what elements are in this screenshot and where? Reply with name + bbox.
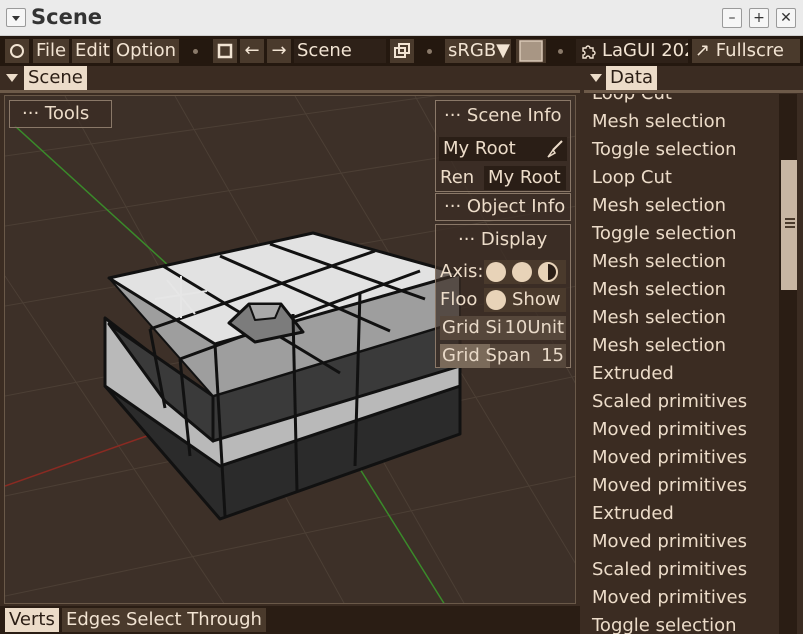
display-panel: ··· Display Axis: Floo Show Grid Si 10Un… [435, 224, 571, 368]
root-value: My Root [443, 138, 516, 159]
history-item[interactable]: Moved primitives [592, 472, 747, 500]
edit-menu[interactable]: Edit [72, 39, 110, 63]
object-info-label: ··· Object Info [444, 196, 566, 217]
y-axis-line-front [354, 460, 445, 603]
axis-label: Axis: [440, 261, 484, 282]
title-bar: Scene – + ✕ [0, 0, 803, 36]
scene-info-panel: ··· Scene Info My Root Ren My Root [435, 100, 571, 192]
scene-panel-header[interactable]: Scene [0, 66, 584, 90]
axis-y-toggle[interactable] [512, 262, 532, 282]
grid-span-slider[interactable]: Grid Span 15 [440, 344, 566, 368]
scroll-grip-line [785, 218, 795, 220]
history-item[interactable]: Extruded [592, 360, 674, 388]
stop-button[interactable] [213, 39, 237, 63]
history-item[interactable]: Toggle selection [592, 612, 737, 634]
history-item[interactable]: Mesh selection [592, 108, 726, 136]
history-scrollbar[interactable] [779, 94, 797, 634]
view-name-field[interactable]: Scene [294, 39, 386, 63]
new-window-button[interactable] [390, 39, 414, 63]
duplicate-window-icon [394, 43, 410, 58]
floor-label: Floo [440, 289, 478, 310]
floor-toggle-dot [486, 290, 506, 310]
y-axis-line [14, 125, 181, 277]
viewport-3d[interactable]: ··· Tools ··· Scene Info My Root Ren My … [4, 95, 576, 604]
grid-span-label: Grid Span [442, 345, 531, 366]
display-toggle[interactable]: ··· Display [458, 228, 547, 252]
scroll-grip-line [785, 226, 795, 228]
history-scroll-thumb[interactable] [781, 160, 797, 290]
axis-x-toggle[interactable] [486, 262, 506, 282]
scroll-grip-line [785, 222, 795, 224]
grid-size-label: Grid Si [442, 317, 502, 338]
square-icon [217, 43, 233, 59]
window-menu-button[interactable] [6, 8, 26, 27]
collapse-triangle-icon[interactable] [6, 74, 18, 82]
history-item[interactable]: Toggle selection [592, 220, 737, 248]
close-button[interactable]: ✕ [776, 8, 796, 28]
history-list[interactable]: Loop CutMesh selectionToggle selectionLo… [584, 94, 778, 634]
selection-mode-bar: Verts Edges Select Through [0, 606, 580, 634]
forward-button[interactable]: → [267, 39, 291, 63]
history-item[interactable]: Moved primitives [592, 416, 747, 444]
restore-button[interactable]: + [749, 8, 769, 28]
data-panel-header[interactable]: Data [584, 66, 803, 90]
scene-header-underline [0, 90, 580, 93]
main-menu-icon[interactable] [5, 39, 29, 63]
brush-icon[interactable] [544, 139, 564, 159]
collapse-triangle-icon[interactable] [590, 74, 602, 82]
ren-root-field[interactable]: My Root [484, 166, 566, 190]
axis-z-half-icon[interactable] [538, 262, 558, 282]
history-item[interactable]: Scaled primitives [592, 388, 747, 416]
data-header-underline [584, 90, 803, 93]
history-item[interactable]: Loop Cut [592, 94, 672, 108]
history-item[interactable]: Mesh selection [592, 276, 726, 304]
back-button[interactable]: ← [240, 39, 264, 63]
grid-size-slider[interactable]: Grid Si 10Unit [440, 316, 566, 340]
scene-info-toggle[interactable]: ··· Scene Info [444, 104, 562, 128]
scene-panel-tab[interactable]: Scene [24, 66, 87, 90]
history-item[interactable]: Loop Cut [592, 164, 672, 192]
history-item[interactable]: Toggle selection [592, 136, 737, 164]
file-menu[interactable]: File [33, 39, 69, 63]
color-space-select[interactable]: sRGB▼ [445, 39, 511, 63]
toolbar: File Edit Option ← → Scene sRGB▼ LaGUI 2… [0, 36, 803, 66]
floor-show-label: Show [512, 289, 561, 310]
history-item[interactable]: Mesh selection [592, 332, 726, 360]
floor-show-toggle[interactable]: Show [484, 288, 566, 312]
grid-span-value: 15 [541, 345, 564, 366]
history-item[interactable]: Moved primitives [592, 528, 747, 556]
root-select[interactable]: My Root [439, 137, 567, 161]
edges-mode-button[interactable]: Edges [62, 608, 125, 632]
history-item[interactable]: Mesh selection [592, 192, 726, 220]
minimize-button[interactable]: – [722, 8, 742, 28]
axis-toggles [484, 260, 566, 284]
select-through-button[interactable]: Select Through [122, 608, 266, 632]
verts-mode-button[interactable]: Verts [5, 608, 59, 632]
object-info-button[interactable]: ··· Object Info [435, 193, 571, 221]
mesh-object[interactable] [103, 231, 462, 521]
app-info-button[interactable]: LaGUI 202 [576, 39, 688, 63]
tools-button[interactable]: ··· Tools [9, 100, 112, 128]
toolbar-separator [193, 49, 198, 54]
color-preview-button[interactable] [516, 39, 546, 63]
app-name-label: LaGUI 202 [602, 40, 688, 61]
data-panel-tab[interactable]: Data [606, 66, 657, 90]
history-item[interactable]: Mesh selection [592, 304, 726, 332]
history-item[interactable]: Extruded [592, 500, 674, 528]
window-title: Scene [31, 5, 103, 29]
fullscreen-button[interactable]: ↗ Fullscre [692, 39, 800, 63]
puzzle-icon [582, 45, 596, 59]
toolbar-separator [427, 49, 432, 54]
option-menu[interactable]: Option [113, 39, 179, 63]
grid-size-value: 10Unit [504, 317, 564, 338]
tools-label: ··· Tools [22, 103, 90, 124]
history-item[interactable]: Mesh selection [592, 248, 726, 276]
color-swatch-icon [519, 40, 543, 62]
history-item[interactable]: Moved primitives [592, 444, 747, 472]
history-item[interactable]: Scaled primitives [592, 556, 747, 584]
history-item[interactable]: Moved primitives [592, 584, 747, 612]
ren-label: Ren [440, 167, 475, 188]
toolbar-separator [558, 49, 563, 54]
